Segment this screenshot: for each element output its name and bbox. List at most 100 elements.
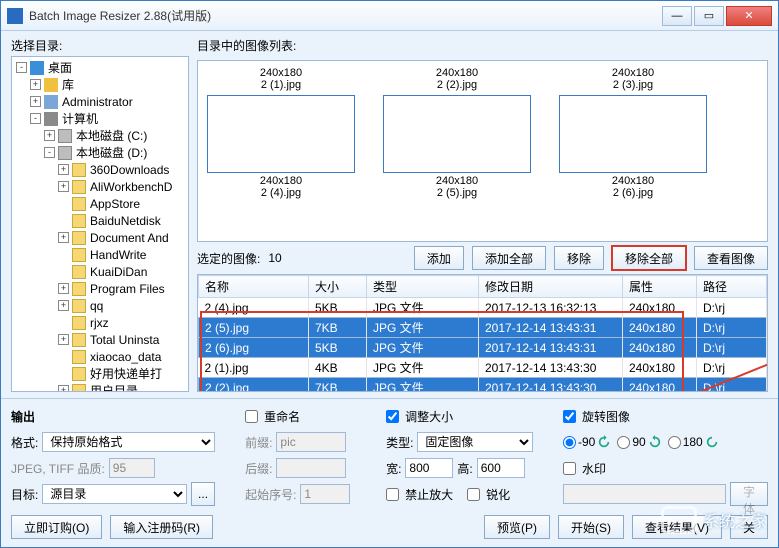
tree-toggle-icon[interactable]: + (30, 96, 41, 107)
sharpen-checkbox[interactable] (467, 488, 480, 501)
tree-node-label: Document And (90, 231, 169, 245)
target-select[interactable]: 源目录 (42, 484, 187, 504)
tree-toggle-icon[interactable]: + (58, 283, 69, 294)
view-result-button[interactable]: 查看结果(V) (632, 515, 722, 539)
tree-toggle-icon[interactable]: - (16, 62, 27, 73)
thumbnail[interactable]: 240x1802 (1).jpg (206, 67, 356, 91)
maximize-button[interactable]: ▭ (694, 6, 724, 26)
watermark-checkbox[interactable] (563, 462, 576, 475)
height-input[interactable] (477, 458, 525, 478)
tree-node[interactable]: KuaiDiDan (12, 263, 188, 280)
tree-toggle-icon[interactable]: + (44, 130, 55, 141)
selected-count-label: 选定的图像: (197, 250, 260, 267)
tree-node[interactable]: HandWrite (12, 246, 188, 263)
quality-input (109, 458, 155, 478)
tree-node[interactable]: AppStore (12, 195, 188, 212)
thumbnail[interactable]: 240x1802 (6).jpg (558, 95, 708, 199)
thumbnail[interactable]: 240x1802 (5).jpg (382, 95, 532, 199)
rotate-neg90-radio[interactable] (563, 436, 576, 449)
tree-node-label: 本地磁盘 (D:) (76, 144, 147, 161)
tree-node[interactable]: +AliWorkbenchD (12, 178, 188, 195)
tree-node[interactable]: - 本地磁盘 (D:) (12, 144, 188, 161)
order-now-button[interactable]: 立即订购(O) (11, 515, 102, 539)
add-button[interactable]: 添加 (414, 246, 464, 270)
tree-toggle-icon[interactable]: + (58, 181, 69, 192)
table-row[interactable]: 2 (6).jpg5KBJPG 文件2017-12-14 13:43:31240… (199, 338, 767, 358)
format-select[interactable]: 保持原始格式 (42, 432, 215, 452)
window-title: Batch Image Resizer 2.88(试用版) (29, 7, 662, 24)
rotate-90-radio[interactable] (617, 436, 630, 449)
column-header[interactable]: 名称 (199, 276, 309, 298)
column-header[interactable]: 修改日期 (479, 276, 623, 298)
tree-node[interactable]: 好用快递单打 (12, 365, 188, 382)
tree-node[interactable]: BaiduNetdisk (12, 212, 188, 229)
table-row[interactable]: 2 (2).jpg7KBJPG 文件2017-12-14 13:43:30240… (199, 378, 767, 393)
minimize-button[interactable]: — (662, 6, 692, 26)
tree-node[interactable]: rjxz (12, 314, 188, 331)
tree-node[interactable]: +库 (12, 76, 188, 93)
tree-node[interactable]: +360Downloads (12, 161, 188, 178)
tree-node-label: xiaocao_data (90, 350, 161, 364)
column-header[interactable]: 大小 (309, 276, 367, 298)
preview-button[interactable]: 预览(P) (484, 515, 550, 539)
tree-node-label: qq (90, 299, 103, 313)
remove-button[interactable]: 移除 (554, 246, 604, 270)
tree-toggle-icon[interactable]: + (58, 232, 69, 243)
tree-node-label: AppStore (90, 197, 140, 211)
input-regcode-button[interactable]: 输入注册码(R) (110, 515, 213, 539)
tree-node[interactable]: + qq (12, 297, 188, 314)
add-all-button[interactable]: 添加全部 (472, 246, 546, 270)
thumbnail[interactable]: 240x1802 (3).jpg (558, 67, 708, 91)
tree-node[interactable]: + Program Files (12, 280, 188, 297)
tree-node[interactable]: -计算机 (12, 110, 188, 127)
thumbnail[interactable]: 240x1802 (4).jpg (206, 95, 356, 199)
tree-toggle-icon[interactable]: + (58, 164, 69, 175)
table-row[interactable]: 2 (4).jpg5KBJPG 文件2017-12-13 16:32:13240… (199, 298, 767, 318)
tree-node-label: Program Files (90, 282, 165, 296)
tree-node-label: 库 (62, 76, 74, 93)
thumbnail[interactable]: 240x1802 (2).jpg (382, 67, 532, 91)
width-input[interactable] (405, 458, 453, 478)
no-enlarge-label: 禁止放大 (405, 486, 453, 503)
rotate-checkbox[interactable] (563, 410, 576, 423)
tree-node[interactable]: + 本地磁盘 (C:) (12, 127, 188, 144)
folder-icon (72, 163, 86, 177)
column-header[interactable]: 类型 (367, 276, 479, 298)
tree-node[interactable]: xiaocao_data (12, 348, 188, 365)
tree-toggle-icon[interactable]: + (58, 300, 69, 311)
browse-button[interactable]: ... (191, 482, 215, 506)
view-image-button[interactable]: 查看图像 (694, 246, 768, 270)
file-table[interactable]: 名称大小类型修改日期属性路径 2 (4).jpg5KBJPG 文件2017-12… (197, 274, 768, 392)
start-button[interactable]: 开始(S) (558, 515, 624, 539)
tree-node[interactable]: -桌面 (12, 59, 188, 76)
column-header[interactable]: 路径 (697, 276, 767, 298)
thumbnail-grid[interactable]: 240x1802 (1).jpg 240x1802 (2).jpg 240x1802… (197, 60, 768, 242)
tree-node-label: 本地磁盘 (C:) (76, 127, 147, 144)
table-row[interactable]: 2 (5).jpg7KBJPG 文件2017-12-14 13:43:31240… (199, 318, 767, 338)
table-row[interactable]: 2 (1).jpg4KBJPG 文件2017-12-14 13:43:30240… (199, 358, 767, 378)
folder-icon (72, 333, 86, 347)
tree-toggle-icon[interactable]: + (58, 334, 69, 345)
folder-icon (72, 214, 86, 228)
rename-checkbox[interactable] (245, 410, 258, 423)
remove-all-button[interactable]: 移除全部 (612, 246, 686, 270)
tree-toggle-icon[interactable]: - (44, 147, 55, 158)
resize-checkbox[interactable] (386, 410, 399, 423)
rotate-180-radio[interactable] (668, 436, 681, 449)
no-enlarge-checkbox[interactable] (386, 488, 399, 501)
resize-type-select[interactable]: 固定图像 (417, 432, 533, 452)
close-button[interactable]: ✕ (726, 6, 772, 26)
tree-node[interactable]: +Total Uninsta (12, 331, 188, 348)
column-header[interactable]: 属性 (623, 276, 697, 298)
rotate-180-icon (705, 435, 719, 449)
tree-node[interactable]: + Document And (12, 229, 188, 246)
tree-node[interactable]: +Administrator (12, 93, 188, 110)
image-list-label: 目录中的图像列表: (197, 37, 768, 54)
directory-tree[interactable]: -桌面+库+Administrator-计算机+本地磁盘 (C:)-本地磁盘 (… (11, 56, 189, 392)
tree-node[interactable]: +用户目录 (12, 382, 188, 392)
tree-toggle-icon[interactable]: - (30, 113, 41, 124)
tree-toggle-icon[interactable]: + (58, 385, 69, 392)
tree-toggle-icon[interactable]: + (30, 79, 41, 90)
close-app-button[interactable]: 关 (730, 515, 768, 539)
tree-node-label: 360Downloads (90, 163, 169, 177)
